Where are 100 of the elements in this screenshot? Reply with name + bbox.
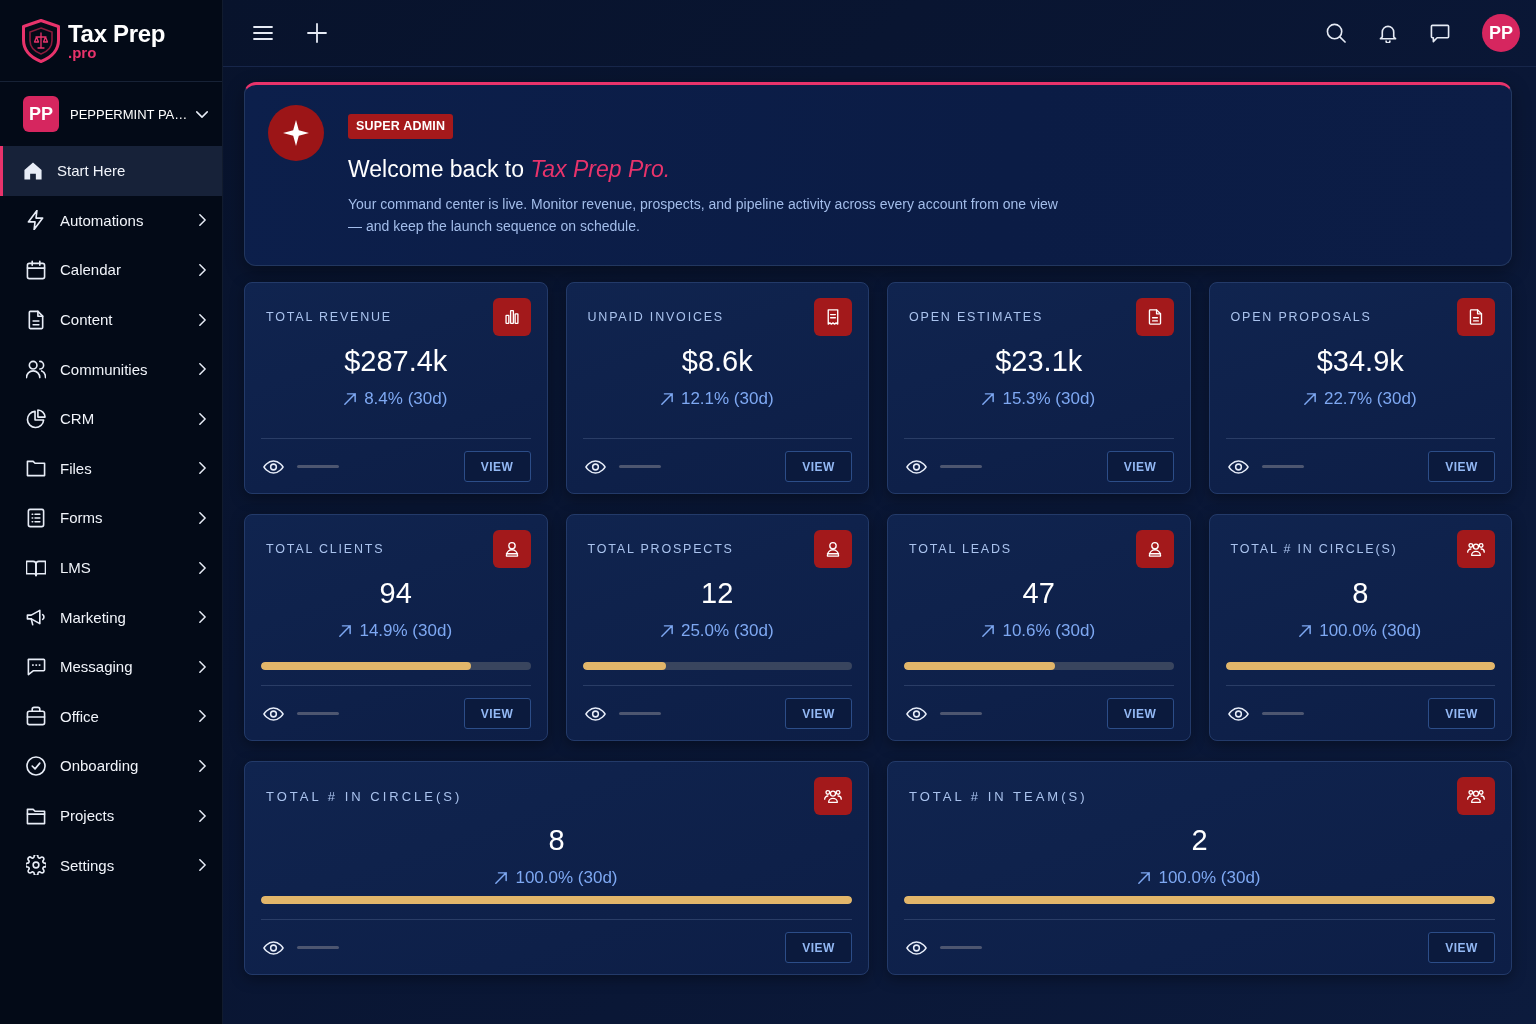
dash-icon [297, 946, 339, 949]
chevron-right-icon [199, 264, 206, 276]
stat-trend: 14.9% (30d) [359, 620, 453, 642]
eye-icon[interactable] [906, 459, 927, 474]
eye-icon[interactable] [906, 706, 927, 721]
pie-chart-icon [26, 408, 46, 429]
logo-suffix: .pro [68, 45, 98, 60]
plus-icon[interactable] [307, 23, 327, 43]
nav-item[interactable]: Projects [0, 790, 222, 841]
nav-item[interactable]: Communities [0, 344, 222, 394]
calendar-icon [26, 260, 46, 280]
check-circle-icon [26, 755, 46, 776]
chat-icon[interactable] [1430, 23, 1450, 43]
menu-icon[interactable] [253, 23, 273, 43]
trend-up-icon [339, 625, 352, 637]
stat-label: TOTAL # IN CIRCLE(S) [266, 788, 463, 804]
user-avatar[interactable]: PP [1482, 14, 1520, 52]
stat-value: 2 [1190, 823, 1209, 858]
dash-icon [1261, 712, 1304, 715]
trend-up-icon [982, 625, 995, 637]
stat-value: $34.9k [1315, 344, 1405, 379]
sparkle-icon [268, 105, 324, 161]
eye-icon[interactable] [584, 459, 606, 474]
nav-item[interactable]: Messaging [0, 641, 222, 692]
home-icon [23, 160, 43, 181]
megaphone-icon [26, 607, 46, 628]
logo-name: Tax Prep [68, 21, 166, 47]
person-icon [492, 530, 531, 568]
nav-item[interactable]: CRM [0, 393, 222, 444]
nav-item[interactable]: Settings [0, 840, 222, 890]
stat-trend: 25.0% (30d) [680, 620, 774, 642]
stat-label: TOTAL LEADS [909, 542, 1012, 556]
chevron-right-icon [199, 859, 206, 872]
dash-icon [297, 465, 339, 468]
lightning-icon [26, 210, 46, 231]
search-icon[interactable] [1326, 23, 1346, 43]
nav-item[interactable]: Calendar [0, 245, 222, 295]
bar-chart-icon [492, 298, 531, 336]
dash-icon [1261, 465, 1304, 468]
view-button[interactable]: VIEW [1428, 932, 1495, 963]
stat-label: TOTAL # IN CIRCLE(S) [1230, 542, 1398, 556]
view-button[interactable]: VIEW [1428, 698, 1495, 729]
nav-item[interactable]: Office [0, 691, 222, 742]
stat-value: 47 [1021, 576, 1056, 611]
chevron-right-icon [199, 313, 206, 326]
receipt-icon [814, 298, 852, 336]
nav-item[interactable]: Marketing [0, 592, 222, 642]
person-icon [1135, 530, 1174, 568]
stat-value: 8 [547, 823, 566, 858]
people-icon [26, 359, 46, 380]
view-button[interactable]: VIEW [785, 698, 852, 729]
stat-value: 94 [378, 576, 413, 611]
account-switcher[interactable]: PP PEPPERMINT PA… [0, 82, 222, 146]
chevron-right-icon [199, 561, 206, 574]
view-button[interactable]: VIEW [463, 698, 531, 729]
chat-icon [26, 656, 46, 677]
view-button[interactable]: VIEW [463, 451, 531, 482]
stat-value: $23.1k [994, 344, 1084, 379]
stat-trend: 8.4% (30d) [364, 388, 448, 410]
nav-item[interactable]: Files [0, 443, 222, 494]
eye-icon[interactable] [1227, 459, 1249, 474]
nav-item[interactable]: Automations [0, 195, 222, 246]
trend-up-icon [1303, 393, 1316, 405]
people-icon [814, 777, 852, 815]
trend-up-icon [344, 393, 357, 405]
view-button[interactable]: VIEW [785, 451, 852, 482]
trend-up-icon [660, 625, 673, 637]
view-button[interactable]: VIEW [785, 932, 852, 963]
nav-item[interactable]: Onboarding [0, 741, 222, 791]
chevron-right-icon [199, 462, 206, 475]
nav-item[interactable]: Content [0, 294, 222, 345]
stat-trend: 12.1% (30d) [680, 388, 774, 410]
chevron-right-icon [199, 710, 206, 723]
stat-label: UNPAID INVOICES [587, 310, 724, 324]
trend-up-icon [1299, 625, 1312, 637]
nav-item[interactable]: Forms [0, 493, 222, 543]
view-button[interactable]: VIEW [1106, 698, 1174, 729]
eye-icon[interactable] [263, 706, 284, 721]
eye-icon[interactable] [263, 940, 284, 955]
chevron-right-icon [199, 809, 206, 822]
stat-trend: 10.6% (30d) [1002, 620, 1096, 642]
view-button[interactable]: VIEW [1428, 451, 1495, 482]
dash-icon [618, 712, 661, 715]
briefcase-icon [26, 706, 46, 727]
eye-icon[interactable] [906, 940, 927, 955]
eye-icon[interactable] [1227, 706, 1249, 721]
chevron-right-icon [199, 412, 206, 425]
welcome-text: Your command center is live. Monitor revenue, prospects, and pipeline activity across every account from one view — and keep the launch sequence on schedule. [348, 195, 1059, 236]
bell-icon[interactable] [1378, 23, 1398, 43]
chevron-right-icon [199, 660, 206, 673]
eye-icon[interactable] [584, 706, 606, 721]
view-button[interactable]: VIEW [1106, 451, 1174, 482]
nav-item[interactable]: Start Here [0, 146, 222, 196]
trend-up-icon [1138, 872, 1151, 884]
settings-icon [26, 855, 46, 876]
account-avatar: PP [23, 96, 59, 132]
chevron-right-icon [199, 511, 206, 524]
person-icon [814, 530, 852, 568]
nav-item[interactable]: LMS [0, 542, 222, 593]
eye-icon[interactable] [263, 459, 284, 474]
